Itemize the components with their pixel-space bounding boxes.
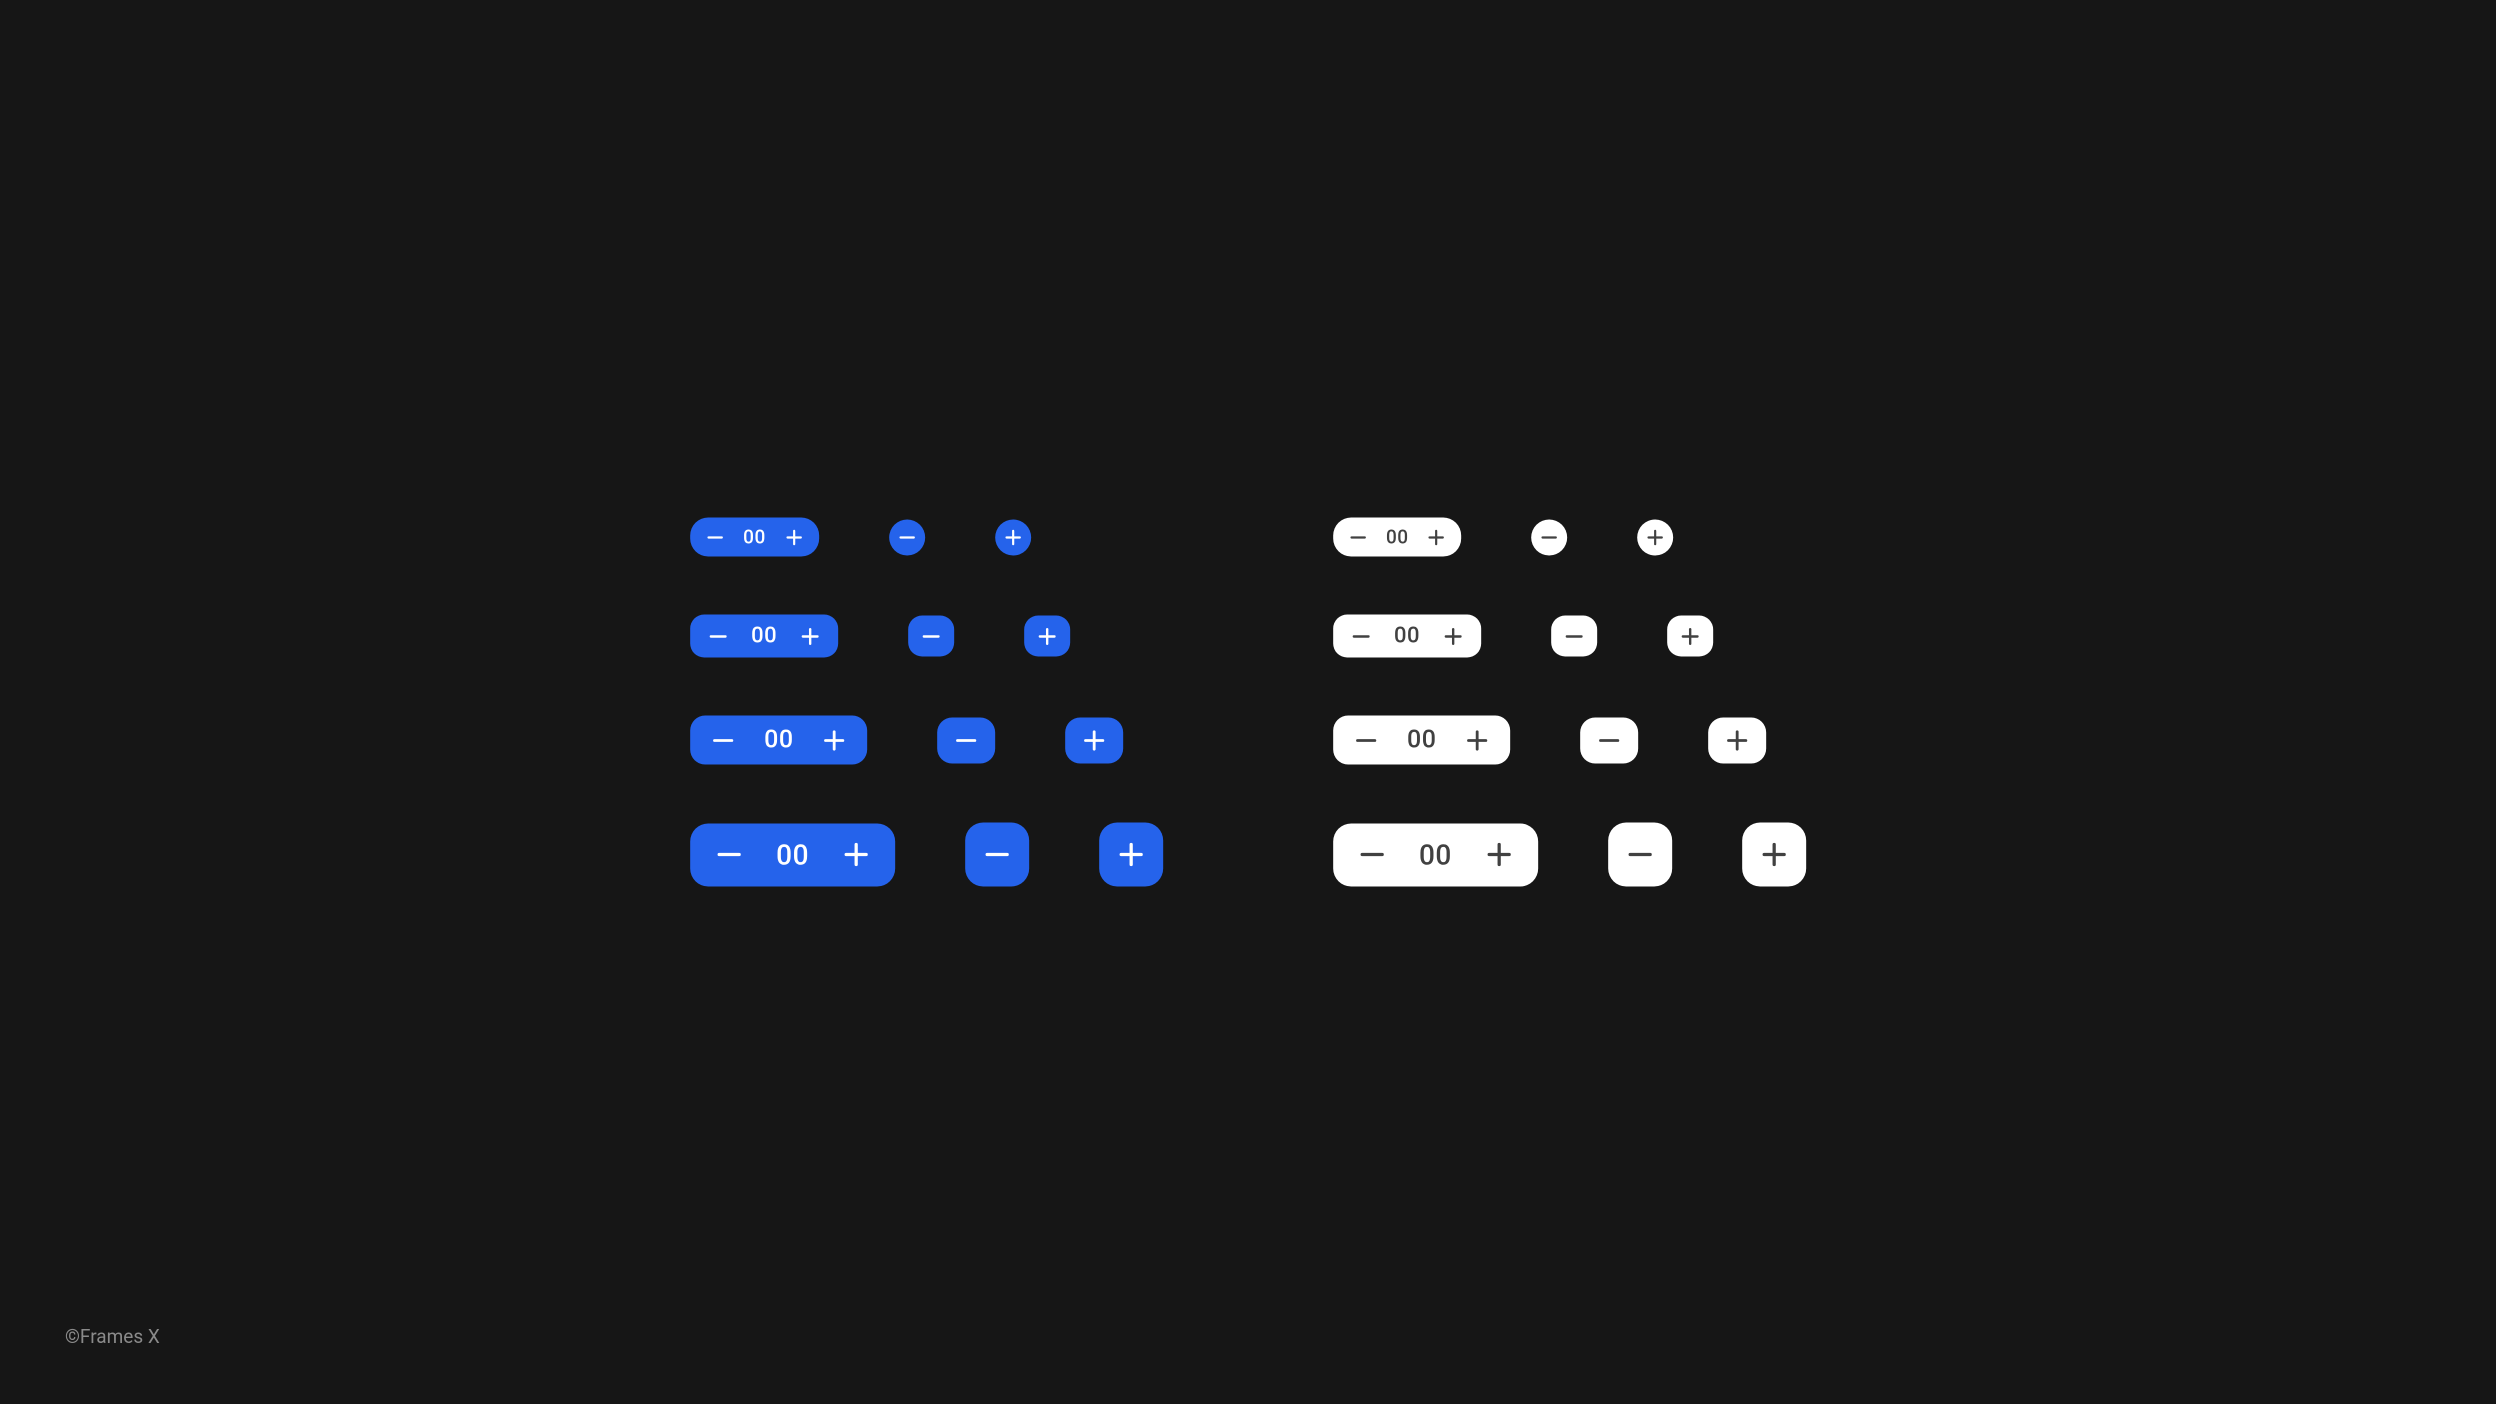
stepper-blue-lg[interactable]: 00 xyxy=(690,823,895,886)
stepper-value: 00 xyxy=(743,526,766,549)
minus-icon xyxy=(982,840,1012,870)
plus-icon[interactable] xyxy=(784,527,804,547)
stepper-white-sm[interactable]: 00 xyxy=(1333,615,1481,658)
stepper-value: 00 xyxy=(751,624,777,649)
plus-icon[interactable] xyxy=(1484,840,1514,870)
component-showcase: 00 00 00 xyxy=(690,518,1806,887)
white-size-sm-row: 00 xyxy=(1333,615,1806,658)
minus-icon[interactable] xyxy=(1357,840,1387,870)
white-variants-column: 00 00 00 xyxy=(1333,518,1806,887)
minus-icon xyxy=(1540,527,1560,547)
white-size-md-row: 00 xyxy=(1333,716,1806,765)
increment-button-white-xs[interactable] xyxy=(1638,519,1674,555)
plus-icon[interactable] xyxy=(1464,727,1490,753)
blue-size-lg-row: 00 xyxy=(690,823,1163,887)
white-size-xs-row: 00 xyxy=(1333,518,1806,557)
plus-icon[interactable] xyxy=(1442,625,1464,647)
stepper-white-lg[interactable]: 00 xyxy=(1333,823,1538,886)
minus-icon xyxy=(1563,625,1585,647)
plus-icon[interactable] xyxy=(822,727,848,753)
stepper-value: 00 xyxy=(1419,838,1452,871)
credit-text: ©Frames X xyxy=(65,1325,160,1348)
stepper-value: 00 xyxy=(1394,624,1420,649)
increment-button-blue-sm[interactable] xyxy=(1024,616,1070,657)
plus-icon xyxy=(1679,625,1701,647)
decrement-button-white-sm[interactable] xyxy=(1551,616,1597,657)
plus-icon xyxy=(1759,840,1789,870)
blue-size-md-row: 00 xyxy=(690,716,1163,765)
plus-icon[interactable] xyxy=(1427,527,1447,547)
stepper-white-xs[interactable]: 00 xyxy=(1333,518,1462,557)
decrement-button-white-lg[interactable] xyxy=(1608,823,1672,887)
increment-button-white-lg[interactable] xyxy=(1742,823,1806,887)
minus-icon xyxy=(920,625,942,647)
minus-icon[interactable] xyxy=(714,840,744,870)
decrement-button-blue-lg[interactable] xyxy=(965,823,1029,887)
minus-icon xyxy=(1596,727,1622,753)
plus-icon xyxy=(1646,527,1666,547)
minus-icon xyxy=(954,727,980,753)
increment-button-blue-xs[interactable] xyxy=(995,519,1031,555)
minus-icon[interactable] xyxy=(1353,727,1379,753)
minus-icon[interactable] xyxy=(710,727,736,753)
stepper-white-md[interactable]: 00 xyxy=(1333,716,1510,765)
minus-icon[interactable] xyxy=(1350,625,1372,647)
minus-icon[interactable] xyxy=(707,625,729,647)
plus-icon xyxy=(1724,727,1750,753)
plus-icon xyxy=(1116,840,1146,870)
white-size-lg-row: 00 xyxy=(1333,823,1806,887)
increment-button-white-md[interactable] xyxy=(1708,717,1766,763)
increment-button-white-sm[interactable] xyxy=(1667,616,1713,657)
minus-icon[interactable] xyxy=(1348,527,1368,547)
minus-icon[interactable] xyxy=(705,527,725,547)
stepper-blue-md[interactable]: 00 xyxy=(690,716,867,765)
blue-size-xs-row: 00 xyxy=(690,518,1163,557)
decrement-button-blue-xs[interactable] xyxy=(889,519,925,555)
minus-icon xyxy=(1625,840,1655,870)
minus-icon xyxy=(897,527,917,547)
plus-icon xyxy=(1082,727,1108,753)
stepper-blue-sm[interactable]: 00 xyxy=(690,615,838,658)
decrement-button-white-md[interactable] xyxy=(1580,717,1638,763)
plus-icon[interactable] xyxy=(799,625,821,647)
stepper-value: 00 xyxy=(1386,526,1409,549)
stepper-value: 00 xyxy=(1407,726,1436,755)
increment-button-blue-md[interactable] xyxy=(1066,717,1124,763)
stepper-value: 00 xyxy=(776,838,809,871)
decrement-button-blue-sm[interactable] xyxy=(908,616,954,657)
blue-size-sm-row: 00 xyxy=(690,615,1163,658)
plus-icon[interactable] xyxy=(841,840,871,870)
decrement-button-blue-md[interactable] xyxy=(938,717,996,763)
stepper-value: 00 xyxy=(764,726,793,755)
plus-icon xyxy=(1036,625,1058,647)
blue-variants-column: 00 00 00 xyxy=(690,518,1163,887)
plus-icon xyxy=(1003,527,1023,547)
decrement-button-white-xs[interactable] xyxy=(1532,519,1568,555)
increment-button-blue-lg[interactable] xyxy=(1099,823,1163,887)
stepper-blue-xs[interactable]: 00 xyxy=(690,518,819,557)
